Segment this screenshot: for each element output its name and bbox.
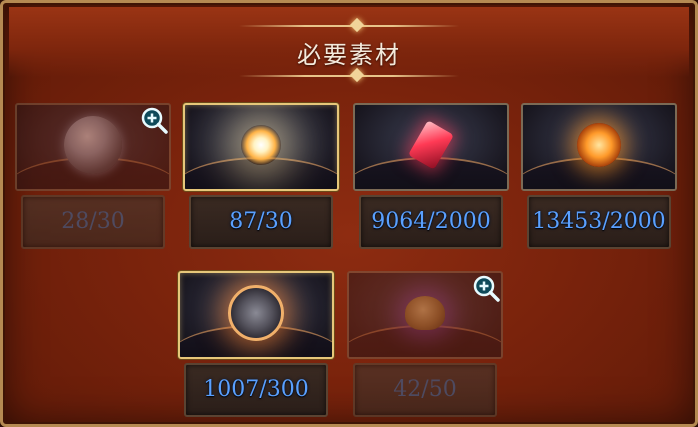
orb-relic-icon: [64, 116, 122, 174]
material-thumbnail[interactable]: [521, 103, 677, 191]
material-count: 13453/2000: [527, 195, 671, 249]
title-bar: 必要素材: [9, 7, 689, 83]
void-shell-icon: [405, 296, 445, 330]
material-card-5[interactable]: 1007/300: [178, 271, 334, 417]
panel-title: 必要素材: [297, 41, 401, 69]
required-materials-panel: 必要素材 28/30 87/30 9064/2000 13453/2000 10…: [0, 0, 698, 427]
zoom-in-icon[interactable]: [471, 273, 501, 303]
material-thumbnail[interactable]: [178, 271, 334, 359]
material-card-3[interactable]: 9064/2000: [353, 103, 509, 249]
material-card-6[interactable]: 42/50: [347, 271, 503, 417]
material-count: 28/30: [21, 195, 165, 249]
material-thumbnail[interactable]: [183, 103, 339, 191]
material-card-4[interactable]: 13453/2000: [521, 103, 677, 249]
ornament-gem-top: [349, 17, 365, 33]
amber-sigil-icon: [577, 123, 621, 167]
material-card-1[interactable]: 28/30: [15, 103, 171, 249]
zoom-in-icon[interactable]: [139, 105, 169, 135]
ornament-gem-bottom: [349, 67, 365, 83]
ornament-top: [239, 25, 459, 27]
material-count: 9064/2000: [359, 195, 503, 249]
material-card-2[interactable]: 87/30: [183, 103, 339, 249]
material-count: 1007/300: [184, 363, 328, 417]
ringed-core-icon: [228, 285, 284, 341]
material-thumbnail[interactable]: [353, 103, 509, 191]
star-burst-icon: [241, 125, 281, 165]
material-count: 42/50: [353, 363, 497, 417]
material-count: 87/30: [189, 195, 333, 249]
ornament-bottom: [239, 75, 459, 77]
